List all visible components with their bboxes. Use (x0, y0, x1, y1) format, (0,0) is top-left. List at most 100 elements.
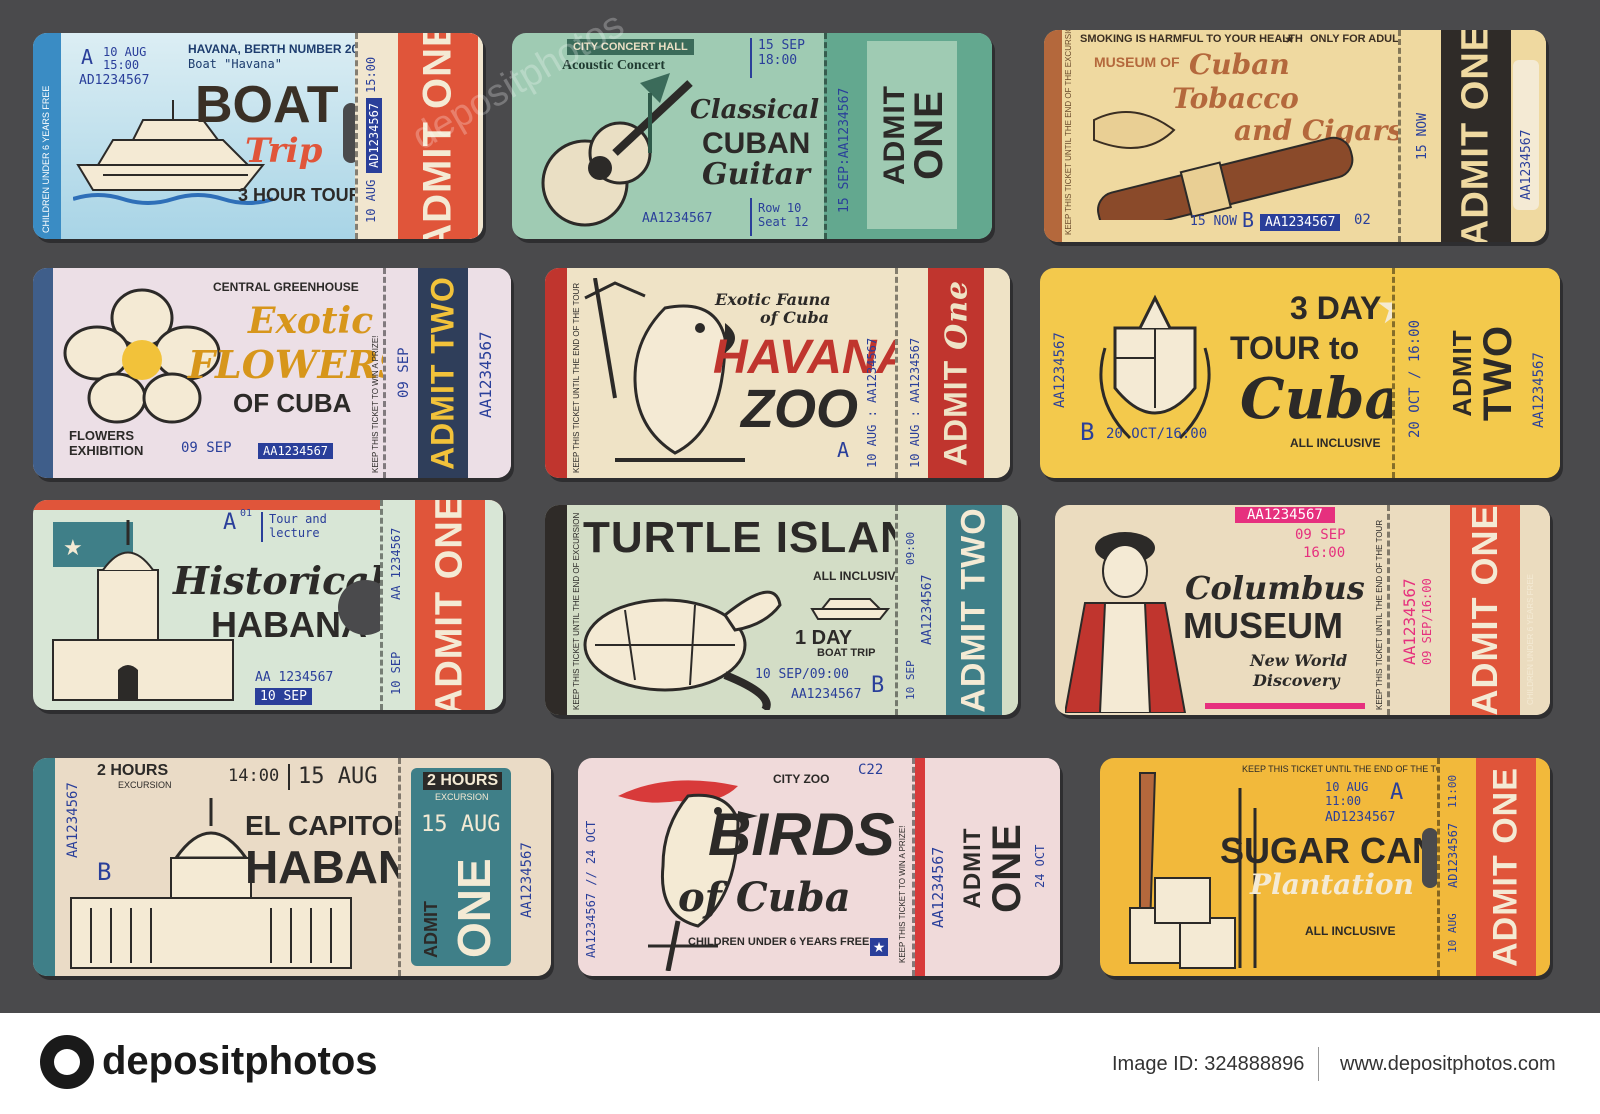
admit-count: ONE (448, 858, 500, 958)
seat-number: 01 (240, 508, 253, 519)
stub-time: 11:00 (1446, 774, 1459, 808)
seat-number: C22 (858, 762, 884, 778)
stub-admit-band: ADMIT ONE (1441, 30, 1511, 242)
stub-time: 15:00 (364, 56, 378, 93)
ticket-cigars[interactable]: KEEP THIS TICKET UNTIL THE END OF THE EX… (1044, 30, 1546, 242)
place: HAVANA, BERTH NUMBER 20 (188, 42, 359, 56)
ticket-stub: 2 HOURS EXCURSION 15 AUG ADMIT ONE AA123… (398, 758, 551, 976)
ticket-capitolio[interactable]: AA1234567 B 2 HOURS EXCURSION 14:00 15 A… (33, 758, 551, 976)
stub-admit-band: ADMIT One (928, 268, 984, 478)
ticket-code: AA 1234567 (255, 670, 334, 685)
title-boat: BOAT (195, 76, 339, 134)
ticket-historical[interactable]: ★ A 01 Tour and lecture Historical HABAN… (33, 500, 503, 710)
stub-hours: 2 HOURS (423, 772, 503, 790)
stub-code: AA1234567 (476, 331, 495, 418)
venue: CENTRAL GREENHOUSE (213, 280, 359, 294)
title-classical: Classical (690, 95, 820, 125)
side-text: KEEP THIS TICKET TO WIN A PRIZE! (898, 825, 907, 963)
title-tour-to: TOUR to (1230, 330, 1360, 366)
stub-date: 15 AUG (421, 812, 501, 837)
ticket-number: 02 (1354, 212, 1371, 228)
admit-word: ADMIT (1447, 329, 1477, 417)
title-zoo: ZOO (741, 379, 858, 439)
stub-code: AA 1234567 (389, 527, 403, 600)
stub-date: 10 SEP (904, 660, 917, 700)
stub-admit-band: ADMIT ONE (415, 500, 485, 710)
ticket-code: AD1234567 (79, 73, 150, 88)
ticket-date: 10 AUG (1325, 780, 1369, 794)
tag-of-cuba: of Cuba (760, 308, 830, 327)
stub-code: AA1234567 (519, 842, 535, 918)
code-vertical: AA1234567 (1052, 332, 1068, 408)
row-letter: A (1390, 780, 1404, 805)
title-of-cuba: OF CUBA (233, 388, 352, 418)
stub-admit-band: ADMIT ONE (1476, 758, 1536, 976)
stub-admit-band: ADMIT ONE (1450, 505, 1520, 715)
site-url[interactable]: www.depositphotos.com (1340, 1053, 1556, 1076)
side-text: KEEP THIS TICKET UNTIL THE END OF THE TO… (1375, 519, 1384, 710)
stub-date: 24 OCT (1033, 844, 1047, 888)
ticket-tour[interactable]: 3 DAY ★ TOUR to Cuba ALL INCLUSIVE AA123… (1040, 268, 1560, 478)
all-inclusive: ALL INCLUSIVE (813, 569, 904, 583)
ticket-code: AA1234567 (1235, 507, 1335, 523)
title-birds: BIRDS (708, 801, 895, 868)
stub-code: 10 AUG : AA1234567 (908, 337, 922, 468)
admit-count: One (939, 279, 975, 350)
ticket-date: 15 AUG (298, 764, 378, 789)
title-3-day: 3 DAY (1290, 290, 1382, 326)
city-zoo: CITY ZOO (773, 772, 830, 786)
ticket-time: 11:00 (1325, 794, 1362, 808)
row-letter: A (223, 510, 237, 535)
exhibition: FLOWERS EXHIBITION (69, 428, 144, 458)
ticket-time: 15:00 (103, 58, 140, 72)
stub-code: AA1234567 (929, 846, 947, 928)
warning: SMOKING IS HARMFUL TO YOUR HEALTH (1080, 33, 1303, 45)
ticket-code: AA1234567 (258, 443, 334, 459)
title-plantation: Plantation (1250, 868, 1414, 901)
lecture-line2: lecture (269, 526, 320, 540)
stub-code: AD1234567 (366, 97, 382, 173)
stub-date: 10 AUG (364, 179, 378, 223)
admit-one-label: ADMIT ONE (1454, 30, 1497, 242)
stub-code: AA1234567 (1531, 352, 1547, 428)
title-turtle-island: TURTLE ISLAND (583, 513, 946, 562)
ticket-stub: 20 OCT / 16:00 ADMIT TWO AA1234567 (1392, 268, 1560, 478)
star-badge: ★ (870, 938, 888, 956)
title-columbus: Columbus (1185, 569, 1365, 607)
coat-of-arms-illustration (1099, 294, 1211, 440)
side-left-text: AA1234567 // 24 OCT (584, 820, 598, 958)
side-strip (33, 758, 55, 976)
ticket-time: 14:00 (228, 766, 280, 786)
ticket-date: 15 NOW (1190, 214, 1237, 229)
stub-date: 09 SEP/16:00 (1420, 578, 1434, 665)
ticket-sugar[interactable]: KEEP THIS TICKET UNTIL THE END OF THE TO… (1100, 758, 1550, 976)
ticket-birds[interactable]: AA1234567 // 24 OCT CITY ZOO C22 BIRDS o… (578, 758, 1060, 976)
ticket-date: 10 AUG (103, 45, 147, 59)
all-inclusive: ALL INCLUSIVE (1305, 924, 1396, 938)
stub-time: 09:00 (904, 531, 917, 565)
ticket-flowers[interactable]: CENTRAL GREENHOUSE Exotic FLOWERS OF CUB… (33, 268, 511, 478)
title-cuban: Cuban (1189, 48, 1290, 81)
pink-bar (1205, 703, 1365, 709)
side-strip (545, 268, 567, 478)
title-trip: Trip (245, 131, 323, 171)
time-divider (288, 764, 290, 790)
admit-label: ADMIT One (938, 280, 975, 466)
ticket-stub: 09 SEP ADMIT TWO AA1234567 (383, 268, 511, 478)
ticket-code: AA1234567 (1260, 214, 1341, 231)
title-havana: HAVANA (713, 331, 912, 384)
title-guitar: Guitar (702, 157, 810, 192)
stub-excursion: EXCURSION (435, 792, 489, 802)
boat-icon (810, 598, 890, 620)
ticket-stub: ADMIT ONE 15 NOW AA1234567 (1398, 30, 1546, 242)
ticket-date: 20 OCT/16:00 (1106, 426, 1208, 442)
ticket-stub: AA1234567 09 SEP/16:00 ADMIT ONE CHILDRE… (1387, 505, 1550, 715)
ticket-code: AA1234567 (642, 211, 713, 226)
ticket-columbus[interactable]: AA1234567 09 SEP 16:00 Columbus MUSEUM N… (1055, 505, 1550, 715)
side-text: KEEP THIS TICKET UNTIL THE END OF THE EX… (1064, 30, 1073, 235)
footer-divider (1318, 1047, 1319, 1081)
stub-code: AA1234567 (1400, 578, 1419, 665)
ticket-zoo[interactable]: KEEP THIS TICKET UNTIL THE END OF THE TO… (545, 268, 1010, 478)
ticket-date: 10 SEP (255, 688, 312, 705)
ticket-turtle[interactable]: KEEP THIS TICKET UNTIL THE END OF EXCURS… (545, 505, 1018, 715)
